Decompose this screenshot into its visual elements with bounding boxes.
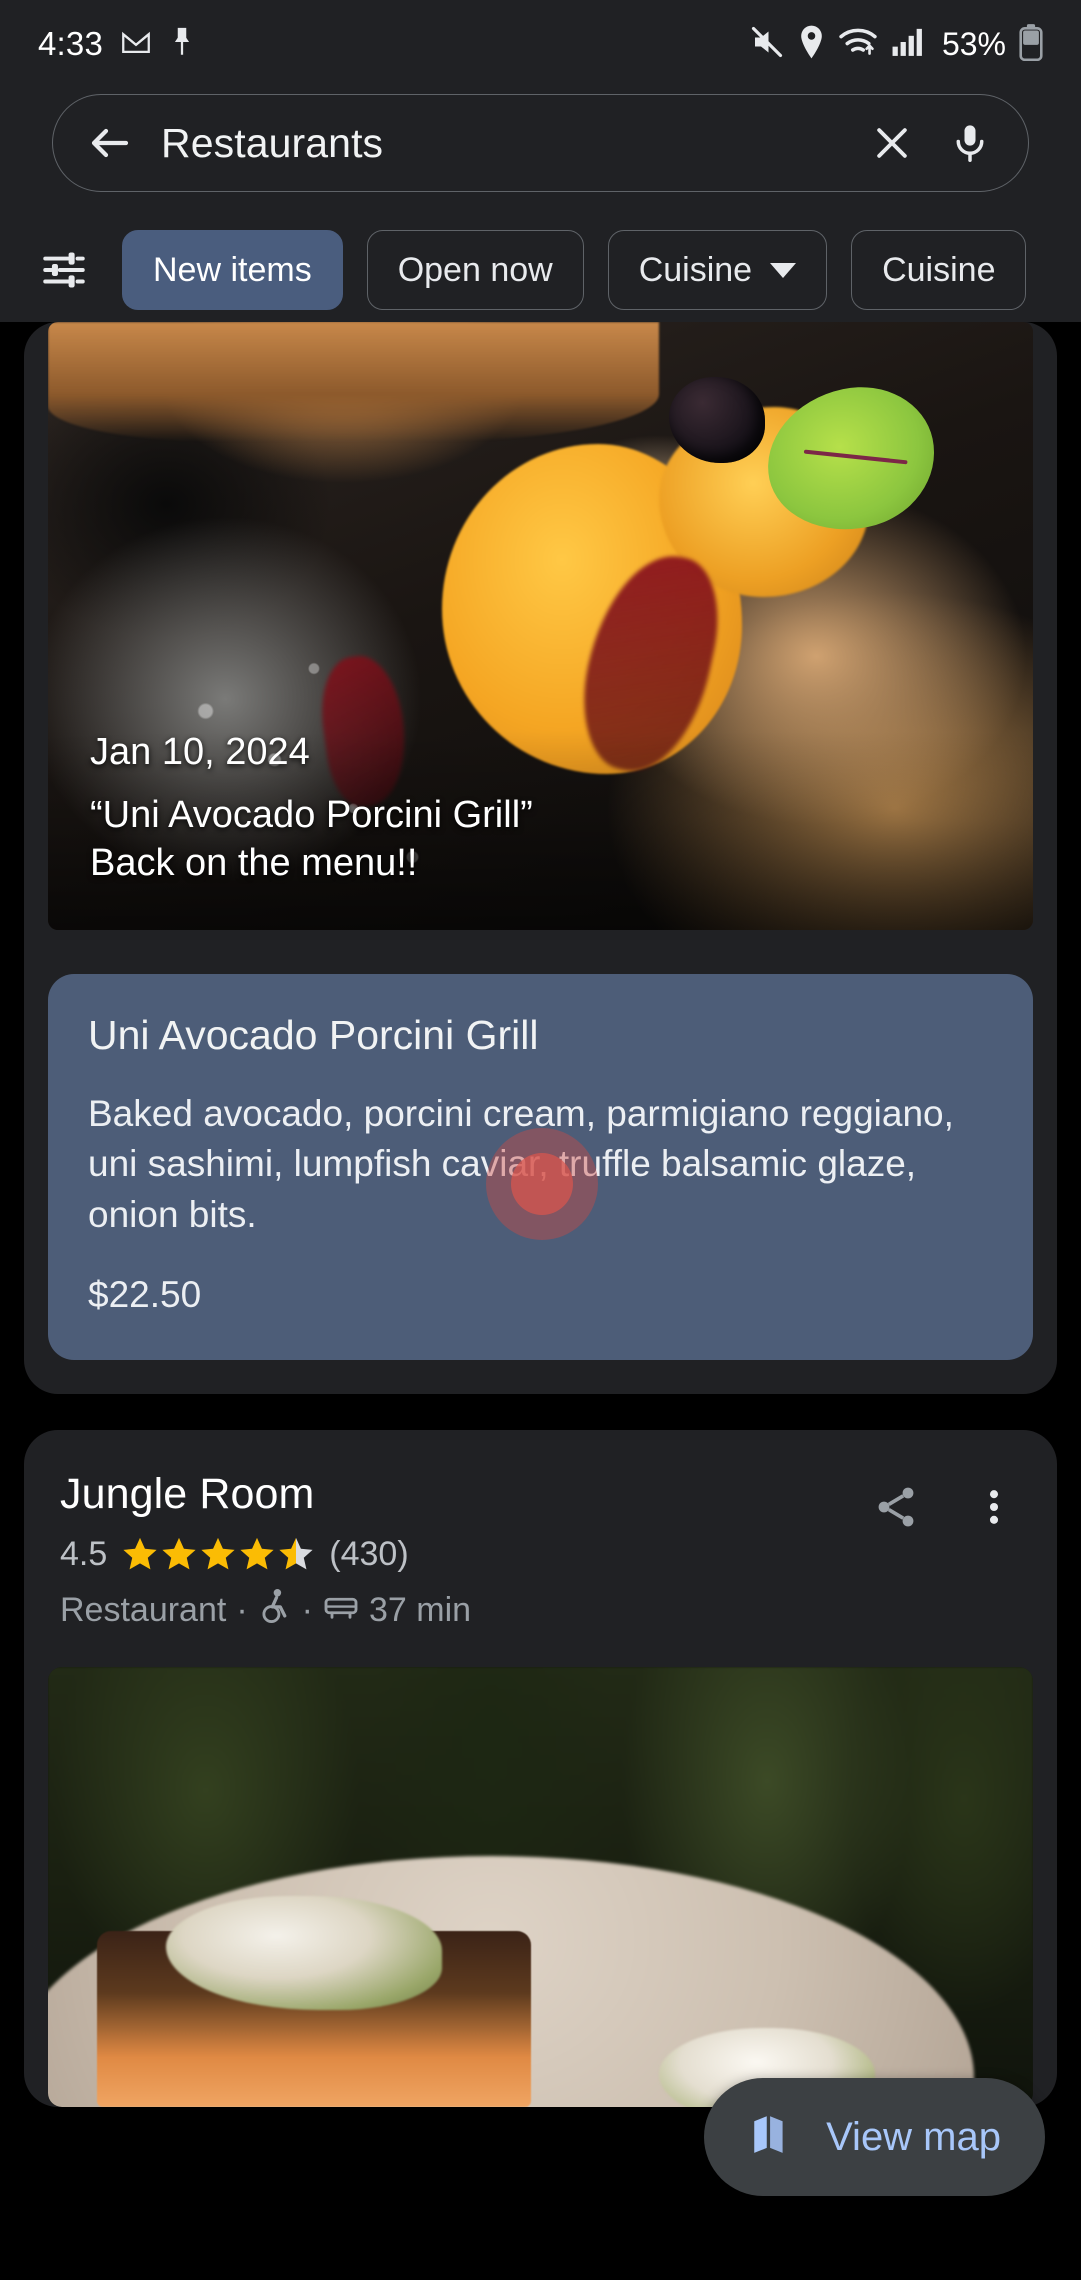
review-count: (430) [329, 1534, 409, 1573]
filter-chip-cuisine-2[interactable]: Cuisine [851, 230, 1027, 310]
close-icon[interactable] [864, 115, 920, 171]
cellular-signal-icon [891, 26, 925, 63]
status-bar-left: 4:33 [38, 25, 195, 64]
share-icon[interactable] [869, 1480, 923, 1534]
place-header: Jungle Room 4.5 (430) Restaurant · · 37 … [24, 1470, 1057, 1633]
travel-time: 37 min [368, 1590, 472, 1629]
filter-chip-cuisine-dropdown[interactable]: Cuisine [607, 230, 828, 310]
place-result-card[interactable]: Jungle Room 4.5 (430) Restaurant · · 37 … [24, 1429, 1057, 2107]
filter-chip-label: Cuisine [638, 250, 753, 289]
view-map-button[interactable]: View map [704, 2078, 1045, 2196]
filter-chip-label: Cuisine [882, 250, 996, 289]
place-meta: Restaurant · · 37 min [60, 1588, 869, 1633]
place-header-text: Jungle Room 4.5 (430) Restaurant · · 37 … [60, 1470, 869, 1633]
promo-tagline: Back on the menu!! [90, 842, 418, 885]
promo-photo[interactable]: Jan 10, 2024 “Uni Avocado Porcini Grill”… [48, 322, 1033, 930]
location-icon [798, 24, 825, 65]
filter-chip-label: New items [153, 250, 312, 289]
new-item-card[interactable]: Jan 10, 2024 “Uni Avocado Porcini Grill”… [24, 322, 1057, 1394]
tune-filter-icon[interactable] [36, 242, 92, 298]
status-bar: 4:33 53% [0, 0, 1081, 88]
filter-chip-open-now[interactable]: Open now [366, 230, 584, 310]
chevron-down-icon [770, 262, 797, 278]
status-time: 4:33 [38, 25, 104, 62]
view-map-label: View map [826, 2114, 1001, 2159]
battery-icon [1019, 23, 1043, 66]
results-scroll-area[interactable]: Jan 10, 2024 “Uni Avocado Porcini Grill”… [0, 322, 1081, 2107]
promo-photo-detail-crust [48, 322, 659, 442]
filter-chip-new-items[interactable]: New items [122, 230, 343, 310]
promo-quote: “Uni Avocado Porcini Grill” [90, 794, 533, 837]
place-actions[interactable] [869, 1470, 1021, 1534]
menu-item-price: $22.50 [88, 1273, 202, 1315]
search-input[interactable]: Restaurants [161, 120, 842, 167]
menu-item-title: Uni Avocado Porcini Grill [88, 1012, 539, 1058]
search-bar[interactable]: Restaurants [52, 94, 1029, 192]
search-bar-container: Restaurants [0, 88, 1081, 218]
pin-icon [169, 25, 195, 64]
place-rating: 4.5 (430) [60, 1535, 869, 1574]
promo-text-overlay: Jan 10, 2024 “Uni Avocado Porcini Grill”… [48, 731, 1033, 930]
car-icon [323, 1590, 359, 1631]
filter-chip-label: Open now [397, 250, 553, 289]
place-category: Restaurant [60, 1590, 227, 1629]
place-photo[interactable] [48, 1666, 1033, 2107]
wheelchair-icon [258, 1588, 292, 1633]
menu-item-card[interactable]: Uni Avocado Porcini Grill Baked avocado,… [48, 974, 1033, 1360]
more-vert-icon[interactable] [967, 1480, 1021, 1534]
gmail-icon [119, 25, 153, 64]
rating-stars [121, 1535, 315, 1573]
mute-icon [749, 24, 785, 65]
map-icon [748, 2110, 798, 2165]
place-name[interactable]: Jungle Room [60, 1470, 869, 1519]
back-arrow-icon[interactable] [81, 114, 139, 172]
rating-value: 4.5 [60, 1534, 108, 1573]
status-bar-right: 53% [749, 0, 1043, 88]
wifi-icon [838, 25, 878, 64]
microphone-icon[interactable] [942, 115, 998, 171]
meta-separator-2: · [301, 1590, 313, 1629]
filter-chip-row[interactable]: New items Open now Cuisine Cuisine [0, 218, 1081, 322]
tap-indicator [486, 1128, 598, 1240]
meta-separator-1: · [236, 1590, 248, 1629]
battery-percent-label: 53% [941, 25, 1006, 62]
promo-date: Jan 10, 2024 [90, 731, 310, 774]
